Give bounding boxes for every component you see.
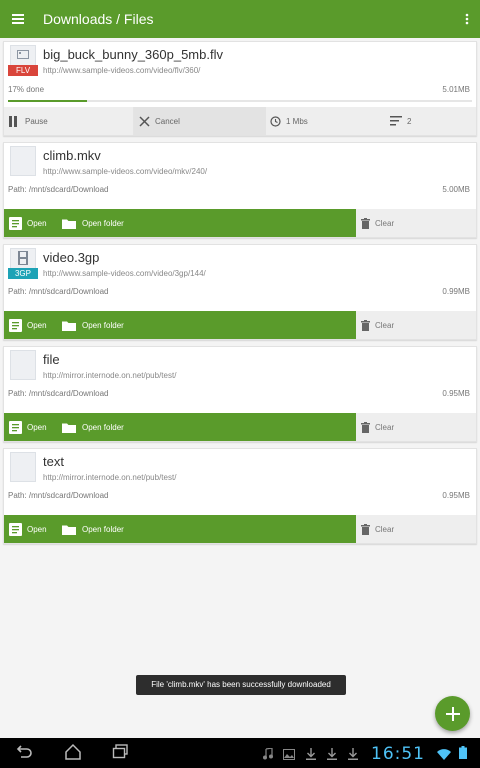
- clear-button[interactable]: Clear: [356, 311, 476, 339]
- file-name: climb.mkv: [43, 148, 101, 163]
- trash-icon: [361, 421, 370, 433]
- recent-apps-icon[interactable]: [112, 743, 130, 766]
- progress-bar: [8, 100, 472, 102]
- threads-icon: [390, 116, 402, 126]
- completed-download-card[interactable]: climb.mkv http://www.sample-videos.com/v…: [3, 142, 477, 238]
- document-icon: [9, 420, 22, 434]
- cancel-label: Cancel: [155, 116, 180, 126]
- open-folder-label: Open folder: [82, 524, 124, 534]
- open-button[interactable]: Open: [4, 515, 58, 543]
- file-path: Path: /mnt/sdcard/Download: [8, 491, 109, 500]
- open-label: Open: [27, 422, 47, 432]
- open-folder-label: Open folder: [82, 422, 124, 432]
- file-icon: [8, 146, 38, 178]
- system-nav-bar: 16:51: [0, 738, 480, 768]
- toast-message: File 'climb.mkv' has been successfully d…: [136, 675, 346, 695]
- file-url: http://mirror.internode.on.net/pub/test/: [43, 371, 177, 380]
- back-icon[interactable]: [16, 743, 34, 766]
- file-icon: [8, 350, 38, 382]
- music-icon: [263, 747, 273, 765]
- completed-download-card[interactable]: text http://mirror.internode.on.net/pub/…: [3, 448, 477, 544]
- file-name: file: [43, 352, 60, 367]
- file-path: Path: /mnt/sdcard/Download: [8, 185, 109, 194]
- folder-icon: [62, 320, 76, 331]
- open-label: Open: [27, 320, 47, 330]
- file-path: Path: /mnt/sdcard/Download: [8, 287, 109, 296]
- page-title: Downloads / Files: [43, 11, 154, 27]
- open-label: Open: [27, 218, 47, 228]
- speed-value: 1 Mbs: [286, 116, 308, 126]
- document-icon: [9, 522, 22, 536]
- clear-button[interactable]: Clear: [356, 413, 476, 441]
- folder-icon: [62, 524, 76, 535]
- file-size: 0.99MB: [442, 287, 470, 296]
- plus-icon: [445, 706, 460, 721]
- clear-label: Clear: [375, 320, 395, 330]
- download-icon: [327, 747, 337, 765]
- open-folder-button[interactable]: Open folder: [58, 311, 356, 339]
- active-download-card[interactable]: FLV big_buck_bunny_360p_5mb.flv http://w…: [3, 41, 477, 136]
- file-type-badge: FLV: [8, 65, 38, 76]
- trash-icon: [361, 523, 370, 535]
- file-size: 0.95MB: [442, 491, 470, 500]
- status-clock: 16:51: [371, 744, 425, 764]
- completed-download-card[interactable]: 3GP video.3gp http://www.sample-videos.c…: [3, 244, 477, 340]
- open-button[interactable]: Open: [4, 311, 58, 339]
- add-download-button[interactable]: [435, 696, 470, 731]
- battery-icon: [459, 746, 467, 764]
- file-path: Path: /mnt/sdcard/Download: [8, 389, 109, 398]
- open-folder-label: Open folder: [82, 218, 124, 228]
- open-label: Open: [27, 524, 47, 534]
- file-url: http://www.sample-videos.com/video/mkv/2…: [43, 167, 208, 176]
- file-url: http://mirror.internode.on.net/pub/test/: [43, 473, 177, 482]
- app-bar: Downloads / Files: [0, 0, 480, 38]
- document-icon: [9, 216, 22, 230]
- folder-icon: [62, 422, 76, 433]
- file-type-badge: 3GP: [8, 268, 38, 279]
- gallery-icon: [283, 747, 295, 765]
- file-icon: 3GP: [8, 248, 38, 280]
- wifi-icon: [437, 747, 451, 765]
- open-button[interactable]: Open: [4, 209, 58, 237]
- file-size: 0.95MB: [442, 389, 470, 398]
- hamburger-menu-icon[interactable]: [2, 0, 34, 38]
- file-size: 5.01MB: [442, 85, 470, 94]
- completed-download-card[interactable]: file http://mirror.internode.on.net/pub/…: [3, 346, 477, 442]
- file-name: big_buck_bunny_360p_5mb.flv: [43, 47, 223, 62]
- file-url: http://www.sample-videos.com/video/flv/3…: [43, 66, 201, 75]
- open-folder-button[interactable]: Open folder: [58, 209, 356, 237]
- open-folder-button[interactable]: Open folder: [58, 515, 356, 543]
- film-icon: [18, 251, 28, 265]
- open-folder-label: Open folder: [82, 320, 124, 330]
- open-button[interactable]: Open: [4, 413, 58, 441]
- clear-button[interactable]: Clear: [356, 515, 476, 543]
- file-name: video.3gp: [43, 250, 100, 265]
- folder-icon: [62, 218, 76, 229]
- open-folder-button[interactable]: Open folder: [58, 413, 356, 441]
- progress-text: 17% done: [8, 85, 45, 94]
- clear-label: Clear: [375, 524, 395, 534]
- connections-value: 2: [407, 116, 412, 126]
- trash-icon: [361, 319, 370, 331]
- download-icon: [348, 747, 358, 765]
- clear-label: Clear: [375, 422, 395, 432]
- downloads-list: FLV big_buck_bunny_360p_5mb.flv http://w…: [3, 41, 477, 550]
- document-icon: [9, 318, 22, 332]
- home-icon[interactable]: [64, 743, 82, 766]
- video-file-icon: FLV: [8, 45, 38, 77]
- file-name: text: [43, 454, 64, 469]
- clear-label: Clear: [375, 218, 395, 228]
- pause-icon: [9, 115, 20, 127]
- close-icon: [139, 115, 150, 127]
- clear-button[interactable]: Clear: [356, 209, 476, 237]
- pause-label: Pause: [25, 116, 48, 126]
- file-icon: [8, 452, 38, 484]
- trash-icon: [361, 217, 370, 229]
- file-url: http://www.sample-videos.com/video/3gp/1…: [43, 269, 206, 278]
- progress-fill: [8, 100, 87, 102]
- download-icon: [306, 747, 316, 765]
- overflow-menu-icon[interactable]: [454, 0, 480, 38]
- clock-icon: [270, 115, 281, 127]
- file-size: 5.00MB: [442, 185, 470, 194]
